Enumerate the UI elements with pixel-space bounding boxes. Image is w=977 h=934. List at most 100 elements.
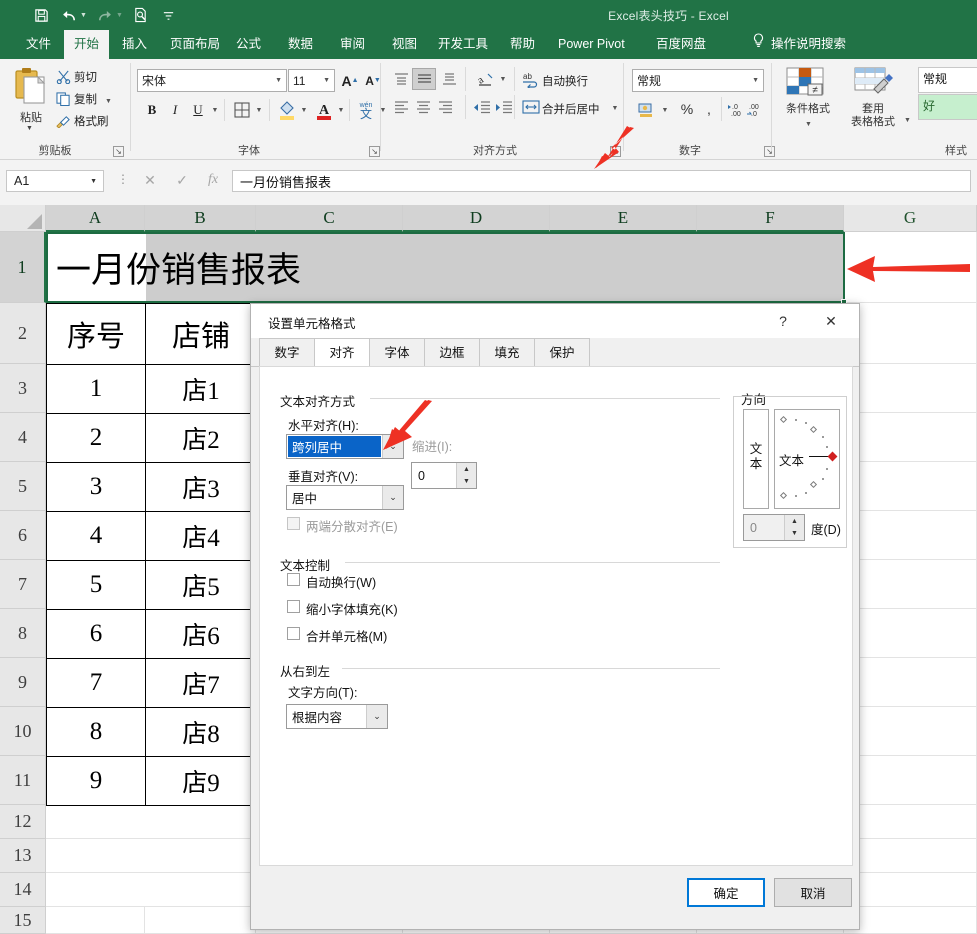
tab-number[interactable]: 数字 — [259, 338, 315, 367]
ribbon-tab-8[interactable]: 视图 — [382, 30, 427, 59]
tab-protection[interactable]: 保护 — [534, 338, 590, 367]
conditional-format-icon[interactable]: ≠ — [786, 67, 828, 102]
decrease-indent-button[interactable] — [471, 97, 493, 117]
align-right-button[interactable] — [434, 97, 456, 117]
percent-style-button[interactable]: % — [676, 99, 698, 119]
degrees-spinner[interactable]: 0 ▲ ▼ — [743, 514, 805, 541]
ribbon-tab-5[interactable]: 公式 — [226, 30, 271, 59]
orientation-dropdown-icon[interactable]: ▼ — [497, 72, 509, 86]
ribbon-tab-11[interactable]: Power Pivot — [548, 30, 635, 59]
row-header-1[interactable]: 1 — [0, 232, 46, 303]
horizontal-align-combo[interactable]: 跨列居中 ⌄ — [286, 434, 404, 459]
font-name-dropdown-icon[interactable]: ▼ — [275, 77, 282, 84]
text-direction-combo[interactable]: 根据内容 ⌄ — [286, 704, 388, 729]
table-style-label[interactable]: 套用 表格格式 — [844, 103, 902, 129]
column-header-D[interactable]: D — [403, 205, 550, 232]
text-direction-dropdown-icon[interactable]: ⌄ — [366, 705, 387, 728]
tab-fill[interactable]: 填充 — [479, 338, 535, 367]
orientation-vertical-sample-panel[interactable]: 文本 — [743, 409, 769, 509]
wrap-text-label[interactable]: 自动换行 — [542, 73, 588, 89]
help-icon[interactable]: ? — [765, 308, 801, 334]
align-bottom-button[interactable] — [438, 69, 460, 89]
table-style-icon[interactable] — [854, 67, 896, 102]
merge-center-label[interactable]: 合并后居中 — [542, 101, 600, 117]
horizontal-align-dropdown-icon[interactable]: ⌄ — [382, 435, 403, 458]
row-header-10[interactable]: 10 — [0, 707, 46, 756]
row-header-7[interactable]: 7 — [0, 560, 46, 609]
column-header-A[interactable]: A — [46, 205, 145, 232]
orientation-marker-neg45[interactable] — [809, 480, 818, 489]
print-preview-icon[interactable] — [128, 2, 154, 28]
row-header-13[interactable]: 13 — [0, 839, 46, 873]
degrees-spinner-up-icon[interactable]: ▲ — [784, 515, 804, 528]
underline-button[interactable]: U — [187, 99, 209, 121]
row-header-2[interactable]: 2 — [0, 303, 46, 364]
customize-qat-icon[interactable] — [156, 2, 182, 28]
close-icon[interactable]: ✕ — [813, 308, 849, 334]
row-header-9[interactable]: 9 — [0, 658, 46, 707]
font-size-input[interactable]: 11 ▼ — [288, 69, 335, 92]
conditional-format-label[interactable]: 条件格式 — [779, 103, 837, 116]
phonetic-guide-button[interactable]: wén 文 — [355, 98, 377, 121]
tab-alignment[interactable]: 对齐 — [314, 338, 370, 367]
wrap-text-checkbox[interactable] — [287, 573, 300, 586]
accounting-format-button[interactable] — [634, 99, 658, 121]
borders-dropdown-icon[interactable]: ▼ — [253, 103, 265, 117]
number-format-dropdown-icon[interactable]: ▼ — [752, 77, 759, 84]
vertical-align-dropdown-icon[interactable]: ⌄ — [382, 486, 403, 509]
column-header-C[interactable]: C — [256, 205, 403, 232]
indent-spinner-buttons[interactable]: ▲ ▼ — [456, 463, 476, 488]
undo-dropdown-icon[interactable]: ▼ — [80, 12, 90, 19]
increase-font-size-button[interactable]: A ▲ — [339, 70, 361, 91]
italic-button[interactable]: I — [164, 99, 186, 121]
orientation-dial-panel[interactable]: 文本 — [774, 409, 840, 509]
indent-spinner-up-icon[interactable]: ▲ — [456, 463, 476, 476]
orientation-marker-90[interactable] — [779, 415, 788, 424]
paste-dropdown-icon[interactable]: ▼ — [26, 125, 33, 132]
ok-button[interactable]: 确定 — [687, 878, 765, 907]
orientation-dial-handle[interactable] — [827, 451, 838, 462]
cell-style-good[interactable]: 好 — [918, 94, 977, 120]
number-format-input[interactable]: 常规 ▼ — [632, 69, 764, 92]
copy-dropdown-icon[interactable]: ▼ — [105, 98, 112, 105]
row-header-4[interactable]: 4 — [0, 413, 46, 462]
format-painter-button[interactable]: 格式刷 — [56, 113, 109, 129]
ribbon-tab-4[interactable]: 页面布局 — [160, 30, 230, 59]
ribbon-tab-6[interactable]: 数据 — [278, 30, 323, 59]
ribbon-tab-12[interactable]: 百度网盘 — [646, 30, 716, 59]
orientation-marker-45[interactable] — [809, 425, 818, 434]
fill-color-button[interactable] — [276, 98, 298, 121]
row-header-11[interactable]: 11 — [0, 756, 46, 805]
font-name-input[interactable]: 宋体 ▼ — [137, 69, 287, 92]
row-header-3[interactable]: 3 — [0, 364, 46, 413]
row-header-8[interactable]: 8 — [0, 609, 46, 658]
conditional-format-dropdown-icon[interactable]: ▼ — [805, 121, 812, 128]
merge-center-dropdown-icon[interactable]: ▼ — [609, 101, 621, 115]
ribbon-tab-1[interactable]: 文件 — [16, 30, 61, 59]
fill-color-dropdown-icon[interactable]: ▼ — [298, 103, 310, 117]
font-dialog-launcher[interactable]: ↘ — [369, 146, 380, 157]
shrink-to-fit-checkbox[interactable] — [287, 600, 300, 613]
column-header-E[interactable]: E — [550, 205, 697, 232]
font-size-dropdown-icon[interactable]: ▼ — [323, 77, 330, 84]
insert-function-icon[interactable]: fx — [198, 172, 228, 188]
font-color-dropdown-icon[interactable]: ▼ — [335, 103, 347, 117]
bold-button[interactable]: B — [141, 99, 163, 121]
cut-button[interactable]: 剪切 — [56, 69, 97, 85]
comma-style-button[interactable]: , — [698, 99, 720, 119]
align-center-button[interactable] — [412, 97, 434, 117]
row-header-15[interactable]: 15 — [0, 907, 46, 934]
row-header-6[interactable]: 6 — [0, 511, 46, 560]
indent-spinner[interactable]: 0 ▲ ▼ — [411, 462, 477, 489]
align-top-button[interactable] — [390, 69, 412, 89]
align-middle-button[interactable] — [412, 68, 436, 90]
row-header-12[interactable]: 12 — [0, 805, 46, 839]
borders-button[interactable] — [231, 100, 253, 120]
column-header-G[interactable]: G — [844, 205, 977, 232]
name-box-dropdown-icon[interactable]: ▼ — [90, 178, 97, 185]
tell-me-search[interactable]: 操作说明搜索 — [752, 30, 846, 59]
undo-icon[interactable] — [56, 2, 82, 28]
increase-decimal-button[interactable]: .0.00 — [727, 99, 747, 119]
cancel-button[interactable]: 取消 — [774, 878, 852, 907]
merge-cells-checkbox[interactable] — [287, 627, 300, 640]
